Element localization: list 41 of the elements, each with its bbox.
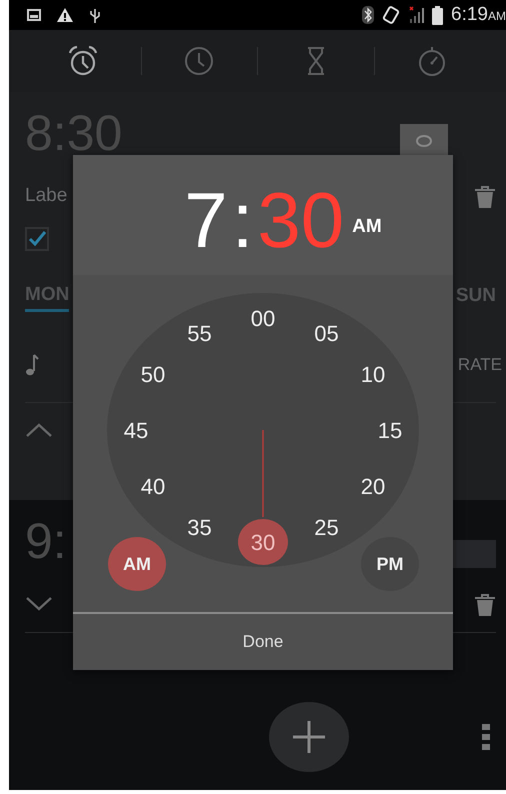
- alarm-clock-icon: [66, 45, 99, 77]
- overflow-menu-button[interactable]: [482, 724, 490, 750]
- done-button[interactable]: Done: [73, 612, 453, 670]
- battery-icon: [432, 6, 444, 24]
- alarm-label: Labe: [25, 184, 68, 208]
- clock-icon: [183, 45, 216, 77]
- music-note-icon: [25, 354, 39, 376]
- alarm-toggle[interactable]: [400, 124, 448, 158]
- chevron-up-icon[interactable]: [25, 422, 53, 438]
- minute-label[interactable]: 55: [178, 311, 222, 355]
- minute-label[interactable]: 00: [241, 296, 285, 340]
- alarm-time: 9:: [25, 516, 67, 566]
- usb-icon: [89, 7, 101, 23]
- signal-icon: [408, 6, 424, 24]
- trash-icon[interactable]: [474, 592, 496, 616]
- time-separator: :: [232, 181, 254, 259]
- circle-icon: [416, 135, 432, 147]
- minute-label[interactable]: 25: [304, 505, 348, 549]
- repeat-checkbox[interactable]: [25, 226, 49, 250]
- status-time: 6:19AM: [451, 2, 506, 27]
- time-hour[interactable]: 7: [184, 181, 228, 259]
- minute-label[interactable]: 15: [368, 408, 412, 452]
- trash-icon[interactable]: [474, 184, 496, 208]
- minute-label[interactable]: 20: [351, 464, 395, 508]
- image-icon: [27, 9, 41, 21]
- minute-label[interactable]: 50: [131, 352, 175, 396]
- minute-label[interactable]: 10: [351, 352, 395, 396]
- more-icon: [482, 724, 490, 750]
- vibrate-label: RATE: [458, 354, 502, 376]
- rotation-icon: [382, 6, 400, 24]
- pm-button[interactable]: PM: [361, 537, 419, 591]
- ampm-indicator: AM: [352, 214, 382, 238]
- minute-label[interactable]: 35: [178, 505, 222, 549]
- minute-label[interactable]: 05: [304, 311, 348, 355]
- am-button[interactable]: AM: [108, 537, 166, 591]
- bluetooth-icon: [362, 6, 374, 24]
- chevron-down-icon[interactable]: [25, 596, 53, 612]
- minute-label[interactable]: 40: [131, 464, 175, 508]
- minute-label[interactable]: 45: [114, 408, 158, 452]
- plus-icon: [290, 719, 326, 755]
- warning-icon: [57, 8, 73, 22]
